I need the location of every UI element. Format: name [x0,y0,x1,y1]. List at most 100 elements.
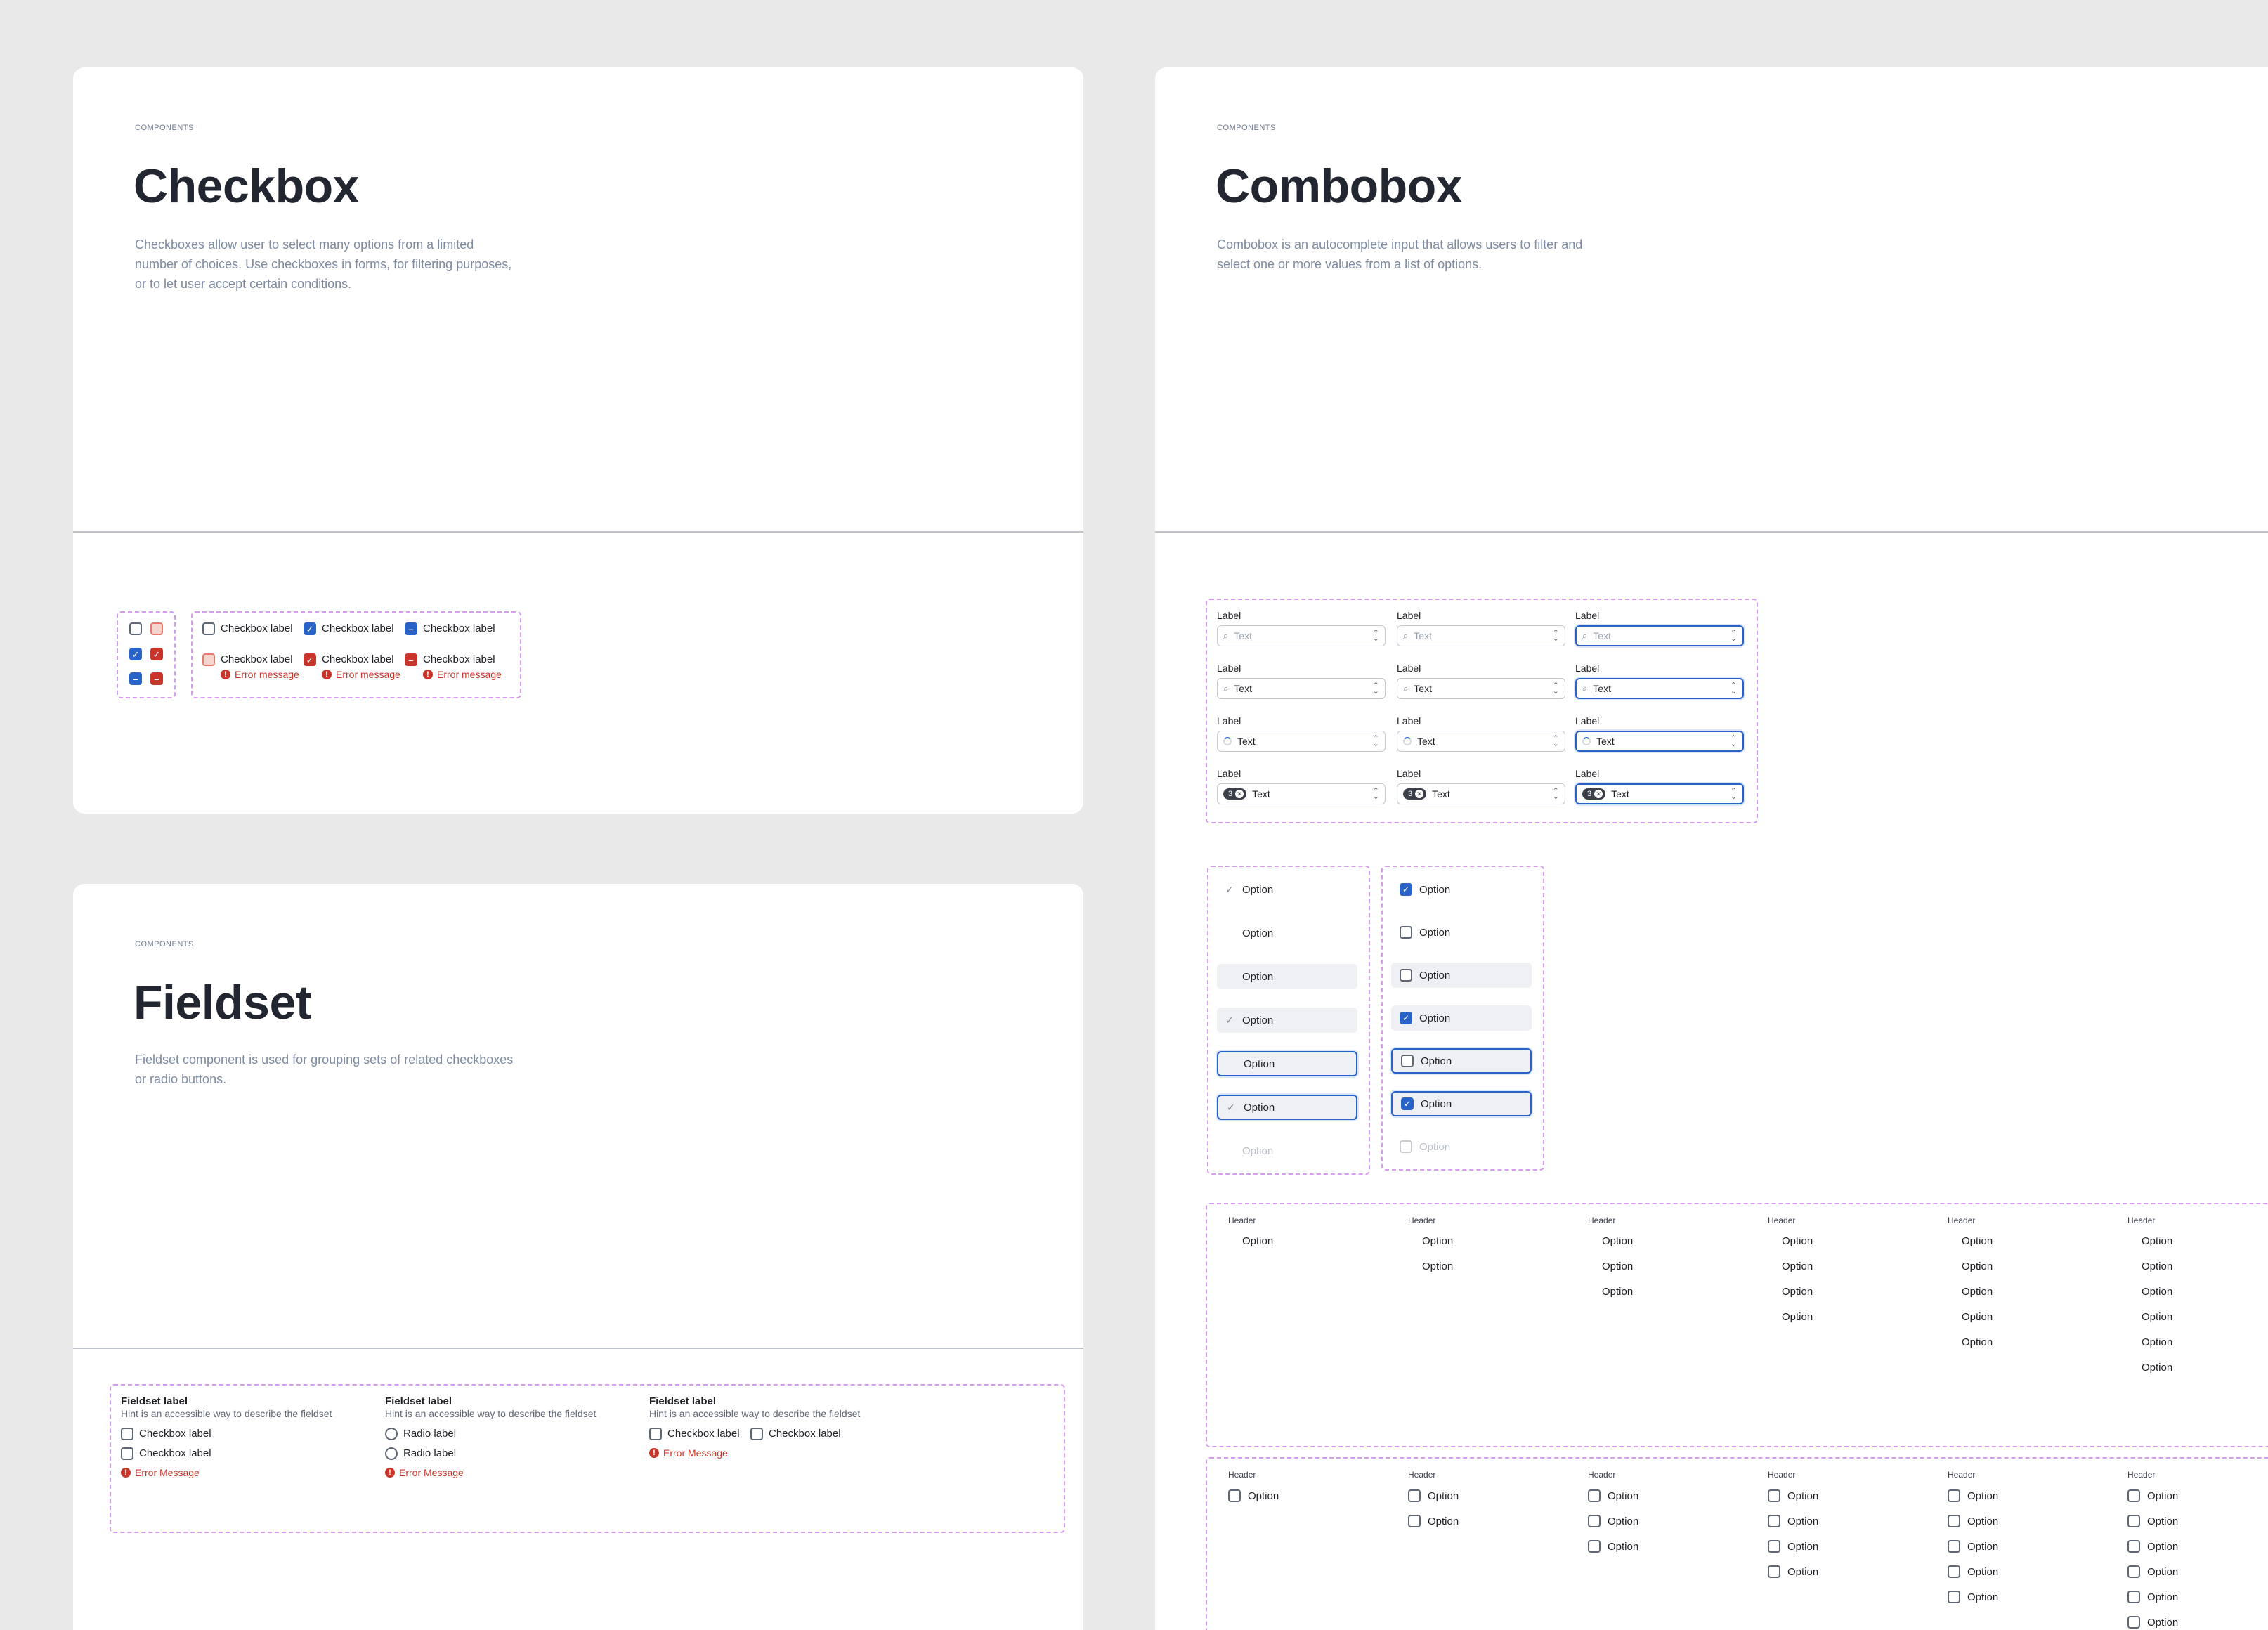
group-checkbox-option[interactable]: Option [1588,1515,1638,1527]
checkbox[interactable] [1400,1140,1412,1153]
checkbox-error-indeterminate[interactable]: – [405,653,417,666]
selected-count-badge[interactable]: 3 ✕ [1223,788,1247,800]
group-checkbox-option[interactable]: Option [2127,1515,2178,1527]
combobox-input[interactable]: Text ⌃ ⌄ [1397,731,1565,752]
group-checkbox-option[interactable]: Option [2127,1616,2178,1629]
group-option[interactable]: Option [1422,1260,1453,1272]
group-option[interactable]: Option [1962,1235,1993,1247]
checkbox[interactable] [1768,1565,1780,1578]
group-checkbox-option[interactable]: Option [1768,1540,1818,1553]
checkbox[interactable] [1588,1540,1601,1553]
checkbox[interactable] [1228,1489,1241,1502]
group-option[interactable]: Option [1782,1235,1813,1247]
group-checkbox-option[interactable]: Option [1948,1489,1998,1502]
combobox-input[interactable]: 3 ✕ Text ⌃ ⌄ [1397,783,1565,804]
checkbox[interactable] [2127,1489,2140,1502]
chevron-updown-icon[interactable]: ⌃ ⌄ [1373,682,1379,696]
group-option[interactable]: Option [2142,1336,2172,1348]
close-icon[interactable]: ✕ [1594,790,1603,798]
option-item[interactable]: Option [1217,1051,1357,1076]
checkbox[interactable]: ✓ [1400,883,1412,896]
checkbox[interactable] [1768,1489,1780,1502]
group-option[interactable]: Option [1962,1336,1993,1348]
group-checkbox-option[interactable]: Option [1768,1489,1818,1502]
checkbox[interactable] [1408,1489,1421,1502]
radio[interactable] [385,1447,398,1460]
chevron-updown-icon[interactable]: ⌃ ⌄ [1731,682,1737,696]
group-option[interactable]: Option [2142,1311,2172,1323]
checkbox[interactable] [1401,1055,1414,1067]
option-item[interactable]: ✓ Option [1391,1091,1532,1116]
group-option[interactable]: Option [2142,1362,2172,1374]
group-checkbox-option[interactable]: Option [1408,1515,1459,1527]
checkbox[interactable] [1588,1489,1601,1502]
checkbox-checked[interactable]: ✓ [129,648,142,660]
group-option[interactable]: Option [2142,1235,2172,1247]
group-checkbox-option[interactable]: Option [2127,1591,2178,1603]
combobox-input[interactable]: ⌕ Text ⌃ ⌄ [1217,625,1386,646]
checkbox[interactable] [649,1428,662,1440]
checkbox[interactable] [2127,1540,2140,1553]
checkbox-indeterminate[interactable]: – [405,622,417,635]
checkbox-unchecked[interactable] [202,622,215,635]
combobox-input[interactable]: ⌕ Text ⌃ ⌄ [1575,625,1744,646]
option-item[interactable]: Option [1391,963,1532,988]
option-item[interactable]: ✓ Option [1391,877,1532,902]
checkbox[interactable] [121,1428,133,1440]
group-option[interactable]: Option [1782,1286,1813,1298]
chevron-updown-icon[interactable]: ⌃ ⌄ [1731,630,1737,643]
checkbox[interactable] [1588,1515,1601,1527]
group-option[interactable]: Option [1962,1286,1993,1298]
combobox-input[interactable]: 3 ✕ Text ⌃ ⌄ [1217,783,1386,804]
group-checkbox-option[interactable]: Option [1948,1591,1998,1603]
checkbox-error-indeterminate[interactable]: – [150,672,163,685]
checkbox[interactable] [1400,969,1412,982]
group-checkbox-option[interactable]: Option [1408,1489,1459,1502]
checkbox[interactable] [1948,1540,1960,1553]
checkbox-error-checked[interactable]: ✓ [150,648,163,660]
group-checkbox-option[interactable]: Option [2127,1540,2178,1553]
chevron-updown-icon[interactable]: ⌃ ⌄ [1373,735,1379,748]
option-item[interactable]: ✓ Option [1217,877,1357,902]
checkbox[interactable] [121,1447,133,1460]
checkbox[interactable] [1948,1591,1960,1603]
chevron-updown-icon[interactable]: ⌃ ⌄ [1373,788,1379,801]
checkbox[interactable] [1948,1515,1960,1527]
checkbox[interactable] [1400,926,1412,939]
group-option[interactable]: Option [1962,1260,1993,1272]
chevron-updown-icon[interactable]: ⌃ ⌄ [1553,735,1559,748]
option-item[interactable]: ✓ Option [1217,1008,1357,1033]
option-item[interactable]: ✓ Option [1391,1005,1532,1031]
checkbox[interactable]: ✓ [1401,1097,1414,1110]
group-checkbox-option[interactable]: Option [2127,1489,2178,1502]
group-option[interactable]: Option [1422,1235,1453,1247]
checkbox-indeterminate[interactable]: – [129,672,142,685]
checkbox-error-unchecked[interactable] [202,653,215,666]
option-item[interactable]: Option [1391,1048,1532,1074]
group-checkbox-option[interactable]: Option [1768,1565,1818,1578]
group-checkbox-option[interactable]: Option [1768,1515,1818,1527]
checkbox-checked[interactable]: ✓ [304,622,316,635]
group-option[interactable]: Option [1602,1260,1633,1272]
group-checkbox-option[interactable]: Option [1948,1565,1998,1578]
group-option[interactable]: Option [1242,1235,1273,1247]
combobox-input[interactable]: ⌕ Text ⌃ ⌄ [1217,678,1386,699]
checkbox[interactable] [1408,1515,1421,1527]
chevron-updown-icon[interactable]: ⌃ ⌄ [1731,735,1737,748]
checkbox[interactable] [2127,1515,2140,1527]
combobox-input[interactable]: 3 ✕ Text ⌃ ⌄ [1575,783,1744,804]
chevron-updown-icon[interactable]: ⌃ ⌄ [1373,630,1379,643]
combobox-input[interactable]: ⌕ Text ⌃ ⌄ [1575,678,1744,699]
group-option[interactable]: Option [2142,1286,2172,1298]
checkbox[interactable] [2127,1616,2140,1629]
group-checkbox-option[interactable]: Option [1588,1489,1638,1502]
group-checkbox-option[interactable]: Option [2127,1565,2178,1578]
group-option[interactable]: Option [1602,1286,1633,1298]
group-option[interactable]: Option [1962,1311,1993,1323]
checkbox-error-checked[interactable]: ✓ [304,653,316,666]
group-option[interactable]: Option [1782,1260,1813,1272]
combobox-input[interactable]: Text ⌃ ⌄ [1575,731,1744,752]
checkbox[interactable]: ✓ [1400,1012,1412,1024]
chevron-updown-icon[interactable]: ⌃ ⌄ [1553,630,1559,643]
close-icon[interactable]: ✕ [1415,790,1424,798]
